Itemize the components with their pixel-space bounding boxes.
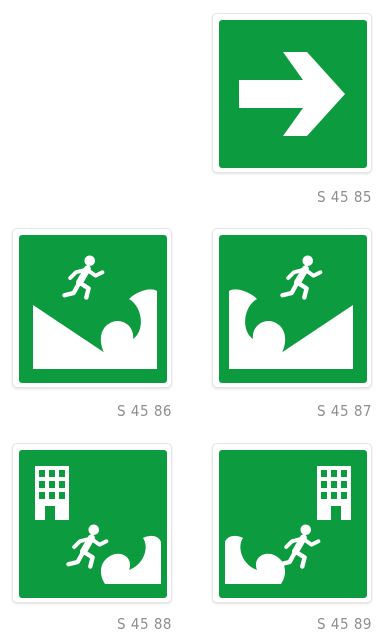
sign-code: S 45 88 bbox=[117, 615, 172, 633]
tsunami-evacuation-uphill-left-icon bbox=[19, 235, 167, 383]
building-icon bbox=[35, 466, 69, 520]
tsunami-evacuation-uphill-right-icon bbox=[219, 235, 367, 383]
sign-card-tsunami-right bbox=[212, 228, 372, 388]
sign-code: S 45 86 bbox=[117, 402, 172, 420]
building-icon bbox=[317, 466, 351, 520]
tsunami-evacuation-building-right-icon bbox=[219, 450, 367, 598]
sign-code: S 45 85 bbox=[317, 188, 372, 206]
tsunami-evacuation-building-left-icon bbox=[19, 450, 167, 598]
sign-card-building-left bbox=[12, 443, 172, 603]
sign-code: S 45 87 bbox=[317, 402, 372, 420]
arrow-right-icon bbox=[219, 20, 367, 168]
sign-card-arrow bbox=[212, 13, 372, 173]
sign-card-tsunami-left bbox=[12, 228, 172, 388]
sign-card-building-right bbox=[212, 443, 372, 603]
sign-code: S 45 89 bbox=[317, 615, 372, 633]
